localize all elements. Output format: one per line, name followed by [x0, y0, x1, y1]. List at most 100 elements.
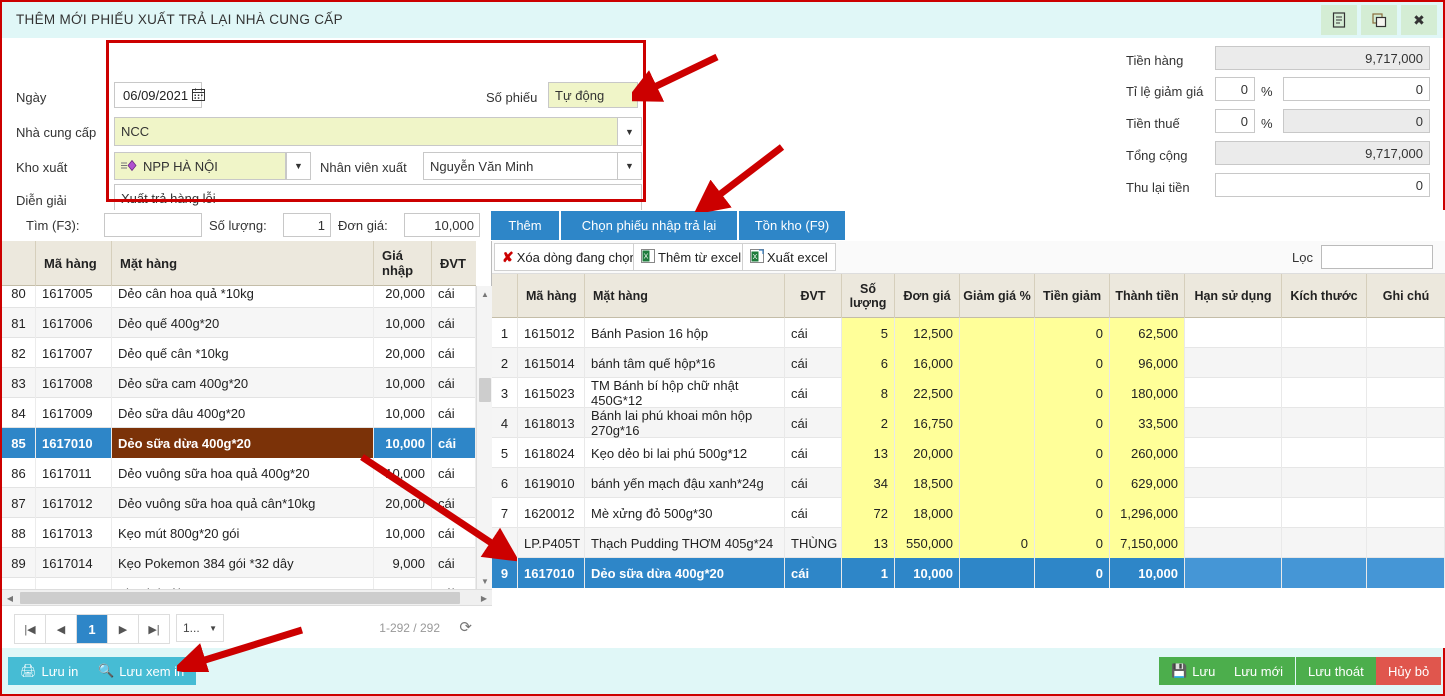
scroll-thumb[interactable]	[479, 378, 491, 402]
scroll-left-arrow[interactable]: ◀	[2, 590, 18, 606]
table-row[interactable]: 85 1617010 Dẻo sữa dừa 400g*20 10,000 cái	[2, 428, 476, 458]
cancel-button[interactable]: Hủy bỏ	[1376, 657, 1442, 685]
product-list-horizontal-scrollbar[interactable]: ◀ ▶	[2, 589, 492, 605]
table-row[interactable]: 86 1617011 Dẻo vuông sữa hoa quả 400g*20 10…	[2, 458, 476, 488]
cell-idx: 82	[2, 338, 36, 368]
choose-import-voucher-button[interactable]: Chọn phiếu nhập trả lại	[561, 211, 737, 240]
cell-name: Kẹo Pokemon 384 gói *32 dây	[112, 548, 374, 578]
voucher-no-input[interactable]	[548, 82, 638, 108]
warehouse-node-icon	[121, 159, 139, 174]
warehouse-dropdown-caret[interactable]: ▼	[286, 152, 311, 180]
stock-button[interactable]: Tồn kho (F9)	[739, 211, 845, 240]
cell-idx: 86	[2, 458, 36, 488]
table-row[interactable]: 81 1617006 Dẻo quế 400g*20 10,000 cái	[2, 308, 476, 338]
table-row[interactable]: 84 1617009 Dẻo sữa dâu 400g*20 10,000 cái	[2, 398, 476, 428]
cell-unit: cái	[785, 438, 842, 468]
table-row[interactable]: 83 1617008 Dẻo sữa cam 400g*20 10,000 cái	[2, 368, 476, 398]
date-value: 06/09/2021	[123, 87, 189, 103]
col-header-discount-pct: Giảm giá %	[960, 274, 1035, 318]
prev-page-button[interactable]: ◀	[46, 615, 77, 643]
page-size-select[interactable]: 1... ▼	[176, 614, 224, 642]
first-page-button[interactable]: |◀	[15, 615, 46, 643]
filter-input[interactable]	[1321, 245, 1433, 269]
save-print-button[interactable]: 🖨 Lưu in	[8, 657, 91, 685]
col-header-item-name: Mặt hàng	[585, 274, 785, 318]
collect-money-input[interactable]	[1215, 173, 1430, 197]
cell-expiry	[1185, 498, 1282, 528]
description-input[interactable]	[114, 184, 642, 212]
copy-icon-button[interactable]	[1361, 5, 1397, 35]
table-row[interactable]: 1 1615012 Bánh Pasion 16 hộp cái 5 12,500 0 62,…	[492, 318, 1445, 348]
line-items-scroll-hint[interactable]	[973, 536, 980, 606]
warehouse-value: NPP HÀ NỘI	[143, 158, 218, 174]
scroll-up-arrow[interactable]: ▲	[477, 286, 493, 302]
cell-name: Thach lưới 900g*10	[112, 578, 374, 589]
staff-dropdown-caret[interactable]: ▼	[617, 152, 642, 180]
close-icon-button[interactable]: ✖	[1401, 5, 1437, 35]
table-row[interactable]: 87 1617012 Dẻo vuông sữa hoa quả cân*10kg 2…	[2, 488, 476, 518]
cell-total: 96,000	[1110, 348, 1185, 378]
cell-total: 629,000	[1110, 468, 1185, 498]
next-page-button[interactable]: ▶	[108, 615, 139, 643]
table-row[interactable]: 901617015Thach lưới 900g*106,000cái	[2, 578, 476, 589]
table-row[interactable]: 4 1618013 Bánh lai phú khoai môn hộp 270g*…	[492, 408, 1445, 438]
date-input[interactable]: 06/09/2021	[114, 82, 206, 108]
tax-pct-input[interactable]	[1215, 109, 1255, 133]
cell-size	[1282, 408, 1367, 438]
save-preview-button[interactable]: 🔍 Lưu xem in	[86, 657, 197, 685]
add-from-excel-button[interactable]: X Thêm từ excel	[633, 243, 750, 271]
save-exit-button[interactable]: Lưu thoát	[1296, 657, 1376, 685]
label-voucher-no: Số phiếu	[486, 90, 538, 105]
cell-total: 260,000	[1110, 438, 1185, 468]
find-input[interactable]	[104, 213, 202, 237]
current-page-button[interactable]: 1	[77, 615, 108, 643]
cell-name: Bánh Pasion 16 hộp	[585, 318, 785, 348]
table-row[interactable]: 82 1617007 Dẻo quế cân *10kg 20,000 cái	[2, 338, 476, 368]
calendar-icon[interactable]	[192, 88, 206, 103]
supplier-dropdown-caret[interactable]: ▼	[617, 117, 642, 146]
cell-expiry	[1185, 468, 1282, 498]
save-new-button[interactable]: Lưu mới	[1222, 657, 1296, 685]
cell-name: Dẻo vuông sữa hoa quả cân*10kg	[112, 488, 374, 518]
cell-unit: cái	[432, 578, 476, 589]
label-date: Ngày	[16, 90, 47, 105]
cell-unit: THÙNG	[785, 528, 842, 558]
table-row[interactable]: 8 LP.P405T Thạch Pudding THƠM 405g*24 THÙNG…	[492, 528, 1445, 558]
cell-expiry	[1185, 408, 1282, 438]
export-excel-button[interactable]: X Xuất excel	[742, 243, 836, 271]
cell-note	[1367, 408, 1445, 438]
cell-idx: 4	[492, 408, 518, 438]
table-row[interactable]: 6 1619010 bánh yến mạch đậu xanh*24g cái 34 1…	[492, 468, 1445, 498]
last-page-button[interactable]: ▶|	[139, 615, 169, 643]
scroll-down-arrow[interactable]: ▼	[477, 573, 493, 589]
delete-row-label: Xóa dòng đang chọn	[516, 249, 637, 265]
table-row[interactable]: 89 1617014 Kẹo Pokemon 384 gói *32 dây 9,00…	[2, 548, 476, 578]
staff-input[interactable]	[423, 152, 618, 180]
table-row[interactable]: 80 1617005 Dẻo cân hoa quả *10kg 20,000 cái	[2, 286, 476, 308]
quantity-input[interactable]	[283, 213, 331, 237]
cell-name: TM Bánh bí hộp chữ nhật 450G*12	[585, 378, 785, 408]
table-row[interactable]: 7 1620012 Mè xửng đỏ 500g*30 cái 72 18,000 0 1,…	[492, 498, 1445, 528]
save-button[interactable]: 💾 Lưu	[1159, 657, 1228, 685]
svg-text:X: X	[753, 254, 758, 261]
discount-pct-input[interactable]	[1215, 77, 1255, 101]
cell-size	[1282, 558, 1367, 588]
cell-size	[1282, 348, 1367, 378]
product-list-vertical-scrollbar[interactable]: ▲ ▼	[476, 286, 492, 589]
supplier-input[interactable]	[114, 117, 619, 146]
table-row[interactable]: 9 1617010 Dẻo sữa dừa 400g*20 cái 1 10,000 0 10…	[492, 558, 1445, 588]
document-icon-button[interactable]	[1321, 5, 1357, 35]
unit-price-input[interactable]	[404, 213, 480, 237]
hscroll-thumb[interactable]	[20, 592, 460, 604]
scroll-right-arrow[interactable]: ▶	[476, 590, 492, 606]
table-row[interactable]: 5 1618024 Kẹo dẻo bi lai phú 500g*12 cái 13 2…	[492, 438, 1445, 468]
table-row[interactable]: 88 1617013 Kẹo mút 800g*20 gói 10,000 cái	[2, 518, 476, 548]
table-row[interactable]: 2 1615014 bánh tâm quế hộp*16 cái 6 16,000 0 96…	[492, 348, 1445, 378]
cell-price: 10,000	[374, 428, 432, 458]
discount-amount-input[interactable]	[1283, 77, 1430, 101]
refresh-icon[interactable]: ⟳	[459, 618, 472, 636]
table-row[interactable]: 3 1615023 TM Bánh bí hộp chữ nhật 450G*12 c…	[492, 378, 1445, 408]
delete-selected-row-button[interactable]: ✘ Xóa dòng đang chọn	[494, 243, 645, 271]
add-button[interactable]: Thêm	[491, 211, 559, 240]
warehouse-input[interactable]: NPP HÀ NỘI	[114, 152, 286, 180]
